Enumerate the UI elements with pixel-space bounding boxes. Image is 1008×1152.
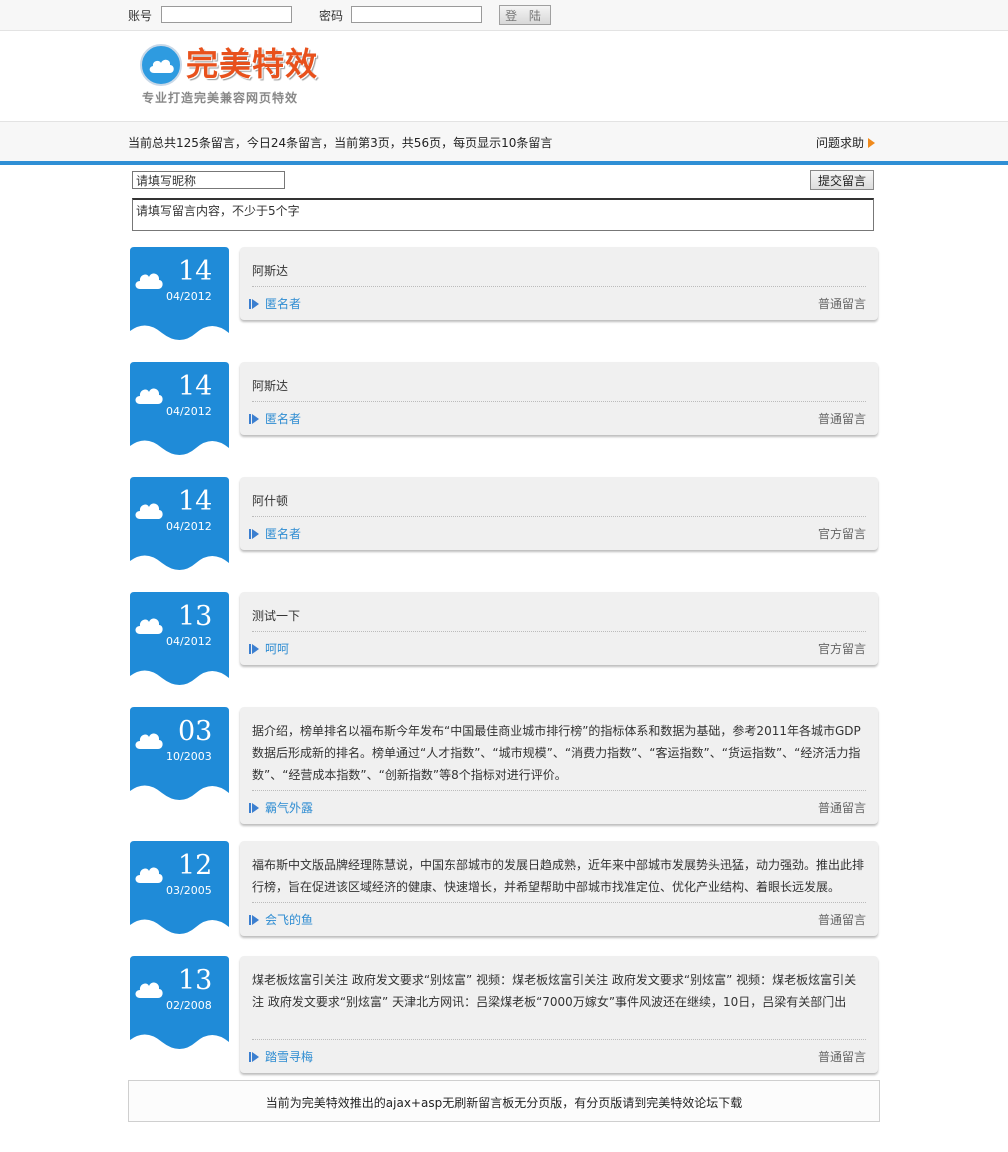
message-author-link[interactable]: 呵呵 [249, 640, 290, 657]
cloud-logo-icon [140, 44, 182, 86]
message-divider [252, 516, 866, 517]
cloud-icon [135, 388, 163, 404]
message-divider [252, 790, 866, 791]
message-text: 煤老板炫富引关注 政府发文要求“别炫富” 视频：煤老板炫富引关注 政府发文要求“… [252, 973, 857, 1009]
login-bar: 账号 密码 登 陆 [0, 0, 1008, 31]
cloud-icon [135, 273, 163, 289]
message-card: 阿斯达匿名者 普通留言 [240, 362, 878, 435]
message-card: 阿斯达匿名者 普通留言 [240, 247, 878, 320]
cloud-icon [135, 982, 163, 998]
submit-message-button[interactable]: 提交留言 [810, 170, 874, 190]
message-divider [252, 902, 866, 903]
play-arrow-icon [249, 299, 259, 309]
play-arrow-icon [249, 529, 259, 539]
message-author: 踏雪寻梅 [265, 1050, 314, 1064]
message-content-input[interactable]: 请填写留言内容，不少于5个字 [132, 198, 874, 231]
message-type: 普通留言 [817, 913, 866, 927]
date-day: 03 [178, 716, 213, 747]
date-month-year: 04/2012 [166, 635, 212, 648]
message-author-link[interactable]: 踏雪寻梅 [249, 1048, 314, 1065]
message-card: 福布斯中文版品牌经理陈慧说，中国东部城市的发展日趋成熟，近年来中部城市发展势头迅… [240, 841, 878, 936]
play-arrow-icon [249, 414, 259, 424]
date-day: 13 [178, 601, 213, 632]
site-logo[interactable]: 完美特效 专业打造完美兼容网页特效 [140, 44, 340, 106]
cloud-icon [135, 867, 163, 883]
date-month-year: 04/2012 [166, 520, 212, 533]
message-author-link[interactable]: 匿名者 [249, 525, 302, 542]
help-link[interactable]: 问题求助 [816, 134, 876, 151]
date-day: 12 [178, 850, 213, 881]
account-input[interactable] [161, 6, 292, 23]
message-text: 测试一下 [252, 609, 301, 623]
message-type: 官方留言 [817, 642, 866, 656]
date-month-year: 02/2008 [166, 999, 212, 1012]
message-divider [252, 401, 866, 402]
cloud-icon [135, 618, 163, 634]
date-month-year: 03/2005 [166, 884, 212, 897]
message-card: 阿什顿匿名者 官方留言 [240, 477, 878, 550]
date-day: 14 [178, 371, 213, 402]
password-label: 密码 [319, 9, 344, 23]
date-month-year: 04/2012 [166, 405, 212, 418]
message-author: 匿名者 [265, 297, 302, 311]
message-card: 测试一下呵呵 官方留言 [240, 592, 878, 665]
account-label: 账号 [128, 9, 153, 23]
message-author: 会飞的鱼 [265, 913, 314, 927]
message-author: 匿名者 [265, 527, 302, 541]
play-arrow-icon [249, 644, 259, 654]
help-link-label: 问题求助 [816, 136, 865, 150]
message-text: 阿什顿 [252, 494, 289, 508]
message-text: 据介绍，榜单排名以福布斯今年发布“中国最佳商业城市排行榜”的指标体系和数据为基础… [252, 724, 861, 782]
message-divider [252, 1039, 866, 1040]
message-type: 官方留言 [817, 527, 866, 541]
footer-notice: 当前为完美特效推出的ajax+asp无刷新留言板无分页版，有分页版请到完美特效论… [128, 1080, 880, 1122]
date-month-year: 10/2003 [166, 750, 212, 763]
date-day: 13 [178, 965, 213, 996]
password-input[interactable] [351, 6, 482, 23]
nickname-input[interactable] [132, 171, 285, 189]
message-card: 煤老板炫富引关注 政府发文要求“别炫富” 视频：煤老板炫富引关注 政府发文要求“… [240, 956, 878, 1073]
play-arrow-icon [249, 1052, 259, 1062]
message-author-link[interactable]: 匿名者 [249, 295, 302, 312]
date-month-year: 04/2012 [166, 290, 212, 303]
logo-subtitle: 专业打造完美兼容网页特效 [142, 91, 299, 105]
login-button[interactable]: 登 陆 [499, 5, 551, 25]
message-type: 普通留言 [817, 1050, 866, 1064]
message-text: 阿斯达 [252, 264, 289, 278]
stats-bar: 当前总共125条留言，今日24条留言，当前第3页，共56页，每页显示10条留言 … [0, 121, 1008, 165]
cloud-icon [135, 503, 163, 519]
message-author-link[interactable]: 霸气外露 [249, 799, 314, 816]
stats-text: 当前总共125条留言，今日24条留言，当前第3页，共56页，每页显示10条留言 [128, 136, 553, 150]
message-type: 普通留言 [817, 297, 866, 311]
date-day: 14 [178, 256, 213, 287]
message-card: 据介绍，榜单排名以福布斯今年发布“中国最佳商业城市排行榜”的指标体系和数据为基础… [240, 707, 878, 824]
play-arrow-icon [249, 915, 259, 925]
message-type: 普通留言 [817, 412, 866, 426]
arrow-right-icon [868, 138, 876, 148]
message-text: 阿斯达 [252, 379, 289, 393]
message-author-link[interactable]: 会飞的鱼 [249, 911, 314, 928]
message-divider [252, 286, 866, 287]
message-author: 呵呵 [265, 642, 290, 656]
date-day: 14 [178, 486, 213, 517]
message-type: 普通留言 [817, 801, 866, 815]
cloud-icon [135, 733, 163, 749]
message-divider [252, 631, 866, 632]
message-author-link[interactable]: 匿名者 [249, 410, 302, 427]
message-author: 霸气外露 [265, 801, 314, 815]
message-text: 福布斯中文版品牌经理陈慧说，中国东部城市的发展日趋成熟，近年来中部城市发展势头迅… [252, 858, 865, 894]
play-arrow-icon [249, 803, 259, 813]
footer-text: 当前为完美特效推出的ajax+asp无刷新留言板无分页版，有分页版请到完美特效论… [265, 1096, 743, 1110]
message-author: 匿名者 [265, 412, 302, 426]
logo-title: 完美特效 [186, 45, 319, 83]
